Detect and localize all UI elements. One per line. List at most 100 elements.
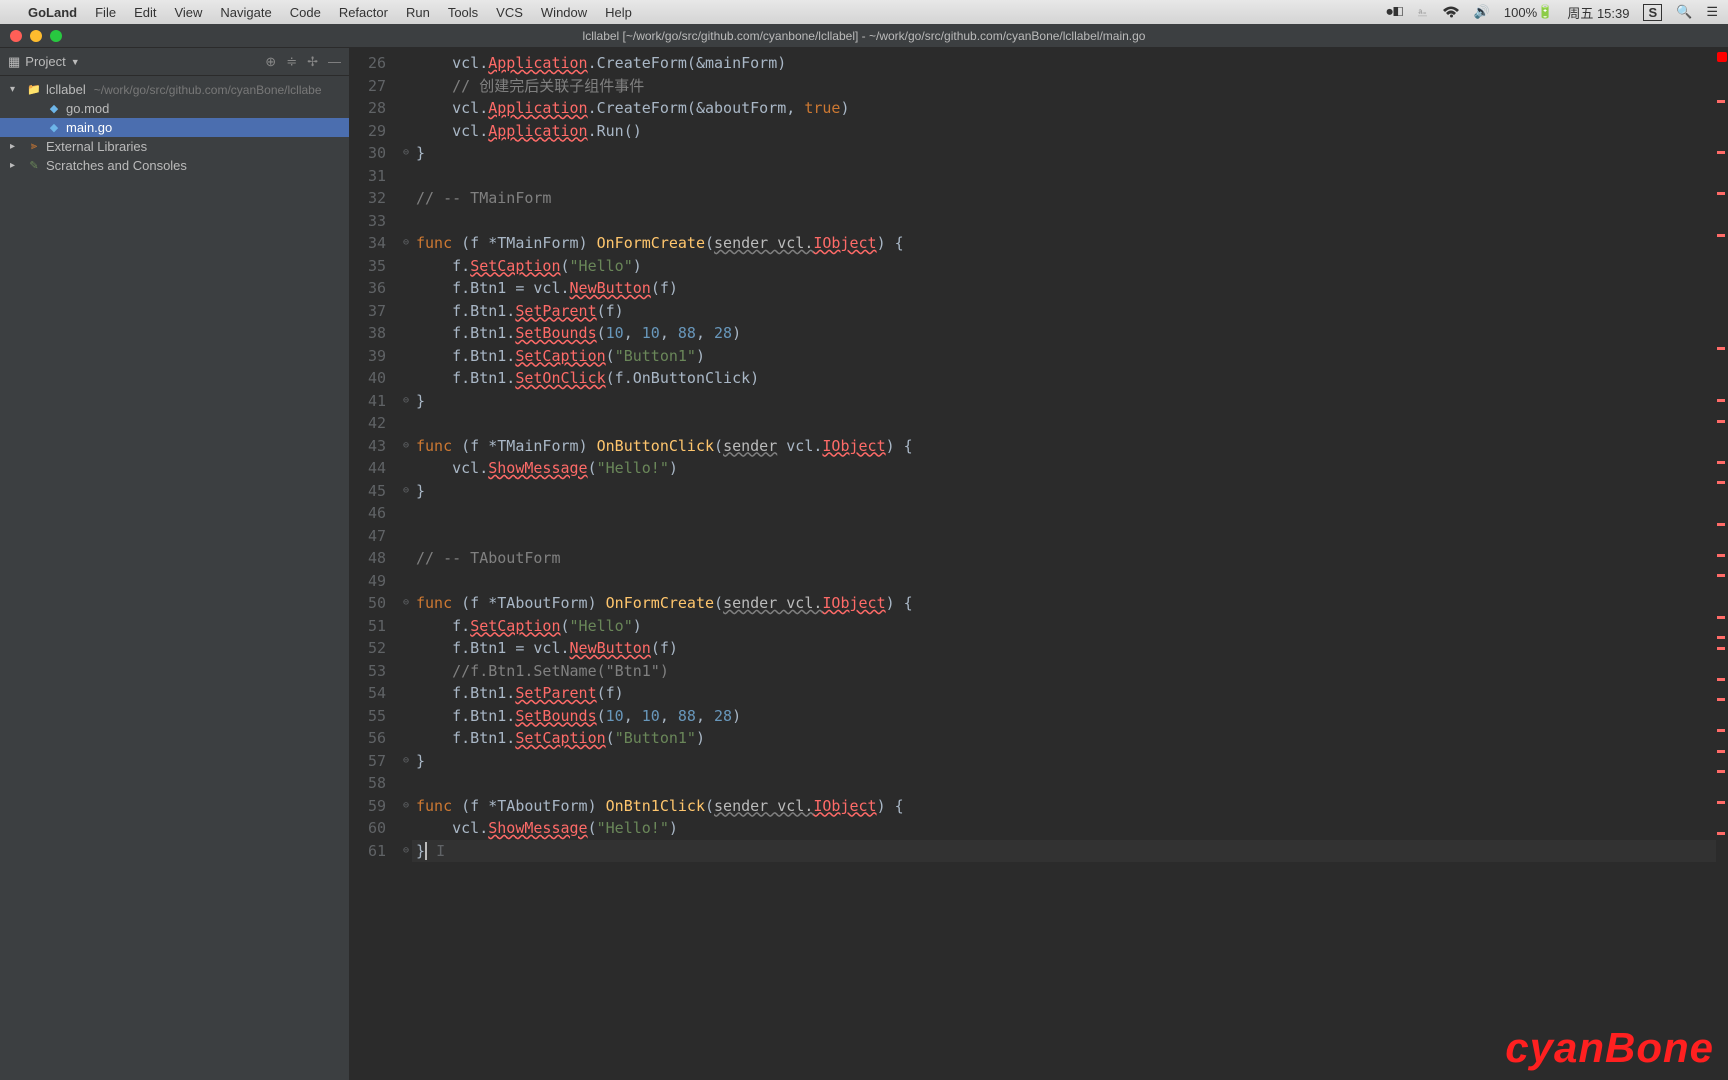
- line-number[interactable]: 52: [354, 637, 386, 660]
- error-mark[interactable]: [1717, 616, 1725, 619]
- menubar-item-run[interactable]: Run: [406, 5, 430, 20]
- code-line[interactable]: f.SetCaption("Hello"): [412, 615, 1716, 638]
- fold-marker[interactable]: ⊖: [400, 795, 412, 818]
- tree-item-lcllabel[interactable]: ▾📁lcllabel~/work/go/src/github.com/cyanB…: [0, 80, 349, 99]
- line-number[interactable]: 26: [354, 52, 386, 75]
- error-mark[interactable]: [1717, 750, 1725, 753]
- line-number[interactable]: 57: [354, 750, 386, 773]
- code-line[interactable]: [412, 772, 1716, 795]
- line-number-gutter[interactable]: 2627282930313233343536373839404142434445…: [350, 48, 400, 1080]
- input-source-indicator[interactable]: S: [1643, 4, 1662, 21]
- code-line[interactable]: vcl.Application.CreateForm(&aboutForm, t…: [412, 97, 1716, 120]
- code-line[interactable]: f.Btn1 = vcl.NewButton(f): [412, 277, 1716, 300]
- fold-marker[interactable]: ⊖: [400, 750, 412, 773]
- error-mark[interactable]: [1717, 770, 1725, 773]
- line-number[interactable]: 53: [354, 660, 386, 683]
- code-line[interactable]: [412, 525, 1716, 548]
- code-line[interactable]: [412, 412, 1716, 435]
- project-tree[interactable]: ▾📁lcllabel~/work/go/src/github.com/cyanB…: [0, 76, 349, 179]
- error-mark[interactable]: [1717, 192, 1725, 195]
- line-number[interactable]: 56: [354, 727, 386, 750]
- error-mark[interactable]: [1717, 678, 1725, 681]
- tree-item-go-mod[interactable]: ◆go.mod: [0, 99, 349, 118]
- line-number[interactable]: 47: [354, 525, 386, 548]
- line-number[interactable]: 59: [354, 795, 386, 818]
- fold-marker[interactable]: ⊖: [400, 592, 412, 615]
- line-number[interactable]: 40: [354, 367, 386, 390]
- fold-marker[interactable]: ⊖: [400, 142, 412, 165]
- screen-record-icon[interactable]: ⏺◧: [1386, 4, 1403, 20]
- tree-item-scratches-and-consoles[interactable]: ▸✎Scratches and Consoles: [0, 156, 349, 175]
- error-mark[interactable]: [1717, 347, 1725, 350]
- menubar-item-tools[interactable]: Tools: [448, 5, 478, 20]
- code-line[interactable]: // 创建完后关联子组件事件: [412, 75, 1716, 98]
- code-editor[interactable]: 2627282930313233343536373839404142434445…: [350, 48, 1728, 1080]
- error-mark[interactable]: [1717, 399, 1725, 402]
- code-line[interactable]: f.Btn1.SetOnClick(f.OnButtonClick): [412, 367, 1716, 390]
- code-line[interactable]: vcl.ShowMessage("Hello!"): [412, 817, 1716, 840]
- code-line[interactable]: f.SetCaption("Hello"): [412, 255, 1716, 278]
- error-mark[interactable]: [1717, 636, 1725, 639]
- line-number[interactable]: 39: [354, 345, 386, 368]
- sidebar-dropdown-icon[interactable]: ▼: [71, 57, 80, 67]
- code-line[interactable]: func (f *TAboutForm) OnFormCreate(sender…: [412, 592, 1716, 615]
- line-number[interactable]: 38: [354, 322, 386, 345]
- close-window-button[interactable]: [10, 30, 22, 42]
- menubar-item-navigate[interactable]: Navigate: [220, 5, 271, 20]
- code-line[interactable]: }: [412, 750, 1716, 773]
- sidebar-title-label[interactable]: Project: [25, 54, 65, 69]
- code-line[interactable]: f.Btn1.SetCaption("Button1"): [412, 345, 1716, 368]
- menubar-item-window[interactable]: Window: [541, 5, 587, 20]
- minimize-window-button[interactable]: [30, 30, 42, 42]
- code-line[interactable]: func (f *TMainForm) OnButtonClick(sender…: [412, 435, 1716, 458]
- line-number[interactable]: 54: [354, 682, 386, 705]
- control-center-icon[interactable]: ☰: [1706, 4, 1718, 20]
- battery-status[interactable]: 100% 🔋: [1504, 4, 1553, 20]
- error-mark[interactable]: [1717, 481, 1725, 484]
- code-line[interactable]: [412, 570, 1716, 593]
- code-line[interactable]: f.Btn1.SetBounds(10, 10, 88, 28): [412, 705, 1716, 728]
- code-line[interactable]: }: [412, 480, 1716, 503]
- fold-marker[interactable]: ⊖: [400, 435, 412, 458]
- menubar-clock[interactable]: 周五 15:39: [1567, 3, 1629, 22]
- code-area[interactable]: vcl.Application.CreateForm(&mainForm) //…: [412, 48, 1716, 1080]
- spotlight-icon[interactable]: 🔍: [1676, 4, 1692, 20]
- code-line[interactable]: vcl.ShowMessage("Hello!"): [412, 457, 1716, 480]
- error-mark[interactable]: [1717, 234, 1725, 237]
- line-number[interactable]: 27: [354, 75, 386, 98]
- sidebar-hide-icon[interactable]: —: [328, 54, 341, 70]
- menubar-app-name[interactable]: GoLand: [28, 5, 77, 20]
- expand-icon[interactable]: ▾: [10, 84, 22, 95]
- line-number[interactable]: 33: [354, 210, 386, 233]
- line-number[interactable]: 46: [354, 502, 386, 525]
- line-number[interactable]: 60: [354, 817, 386, 840]
- expand-icon[interactable]: ▸: [10, 141, 22, 152]
- sidebar-expand-icon[interactable]: ≑: [286, 54, 297, 70]
- code-line[interactable]: } I: [412, 840, 1716, 863]
- code-line[interactable]: f.Btn1.SetBounds(10, 10, 88, 28): [412, 322, 1716, 345]
- line-number[interactable]: 28: [354, 97, 386, 120]
- line-number[interactable]: 45: [354, 480, 386, 503]
- error-mark[interactable]: [1717, 698, 1725, 701]
- line-number[interactable]: 30: [354, 142, 386, 165]
- code-line[interactable]: f.Btn1 = vcl.NewButton(f): [412, 637, 1716, 660]
- code-line[interactable]: }: [412, 142, 1716, 165]
- tree-item-external-libraries[interactable]: ▸⫸External Libraries: [0, 137, 349, 156]
- code-line[interactable]: [412, 165, 1716, 188]
- line-number[interactable]: 50: [354, 592, 386, 615]
- line-number[interactable]: 43: [354, 435, 386, 458]
- wifi-icon[interactable]: [1442, 6, 1460, 18]
- fold-marker[interactable]: ⊖: [400, 390, 412, 413]
- maximize-window-button[interactable]: [50, 30, 62, 42]
- line-number[interactable]: 37: [354, 300, 386, 323]
- error-mark[interactable]: [1717, 832, 1725, 835]
- volume-icon[interactable]: 🔊: [1474, 4, 1490, 20]
- line-number[interactable]: 48: [354, 547, 386, 570]
- line-number[interactable]: 41: [354, 390, 386, 413]
- code-line[interactable]: f.Btn1.SetCaption("Button1"): [412, 727, 1716, 750]
- code-line[interactable]: vcl.Application.CreateForm(&mainForm): [412, 52, 1716, 75]
- menubar-item-refactor[interactable]: Refactor: [339, 5, 388, 20]
- code-line[interactable]: f.Btn1.SetParent(f): [412, 682, 1716, 705]
- menubar-item-edit[interactable]: Edit: [134, 5, 156, 20]
- line-number[interactable]: 51: [354, 615, 386, 638]
